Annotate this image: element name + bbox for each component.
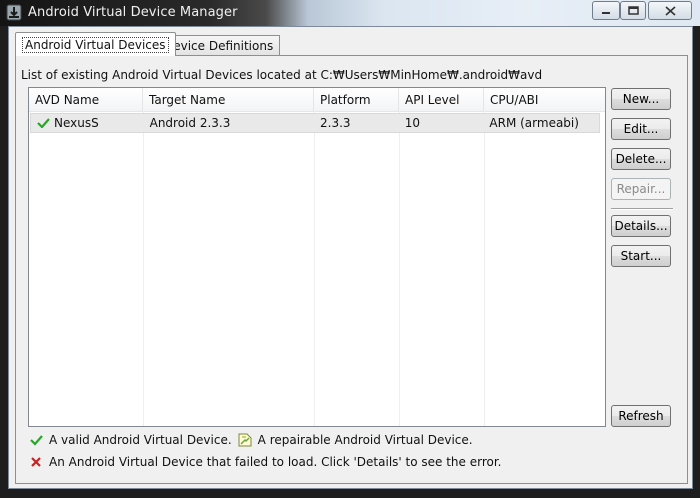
failed-x-icon [31,457,41,467]
column-header-avd-name[interactable]: AVD Name [29,88,143,111]
legend-valid-repairable: A valid Android Virtual Device. A repair… [29,433,473,447]
table-row[interactable]: NexusS Android 2.3.3 2.3.3 10 ARM (armea… [30,113,600,133]
cell-platform: 2.3.3 [320,116,351,130]
minimize-icon [602,11,610,14]
column-header-platform[interactable]: Platform [314,88,399,111]
cell-target-name: Android 2.3.3 [149,116,231,130]
legend-failed-text: An Android Virtual Device that failed to… [49,455,502,469]
maximize-icon [627,6,639,15]
cell-api-level: 10 [404,116,420,130]
title-bar[interactable]: Android Virtual Device Manager [0,0,700,26]
avd-table[interactable]: AVD Name Target Name Platform API Level … [28,87,606,427]
new-button[interactable]: New... [611,88,671,110]
valid-check-icon [30,435,43,446]
android-sdk-icon [6,4,22,21]
client-area: Android Virtual Devices Device Definitio… [8,26,693,489]
window-title: Android Virtual Device Manager [28,5,238,20]
column-header-target-name[interactable]: Target Name [143,88,314,111]
close-button[interactable] [648,1,692,20]
column-divider [399,111,400,426]
delete-button[interactable]: Delete... [611,148,671,170]
column-header-cpu-abi[interactable]: CPU/ABI [484,88,605,111]
refresh-button[interactable]: Refresh [611,405,671,427]
repairable-icon [238,433,252,447]
tab-label: Device Definitions [164,39,274,53]
cell-avd-name: NexusS [31,114,144,132]
avd-name-text: NexusS [54,116,99,130]
column-divider [314,111,315,426]
tab-android-virtual-devices[interactable]: Android Virtual Devices [15,32,176,56]
legend-failed: An Android Virtual Device that failed to… [29,455,501,469]
minimize-button[interactable] [592,1,620,20]
avd-manager-window: Android Virtual Device Manager Android V… [0,0,700,498]
button-separator [611,208,673,210]
details-button[interactable]: Details... [611,215,671,237]
valid-check-icon [37,118,50,128]
tab-label: Android Virtual Devices [22,36,169,53]
legend-valid-text: A valid Android Virtual Device. [49,433,232,447]
avd-location-label: List of existing Android Virtual Devices… [21,68,543,82]
cell-cpu-abi: ARM (armeabi) [489,116,579,130]
edit-button[interactable]: Edit... [611,118,671,140]
table-header: AVD Name Target Name Platform API Level … [29,88,605,112]
start-button[interactable]: Start... [611,245,671,267]
column-divider [143,111,144,426]
repair-button[interactable]: Repair... [611,178,671,200]
close-icon [664,5,676,16]
column-divider [484,111,485,426]
maximize-button[interactable] [620,1,646,20]
legend-repairable-text: A repairable Android Virtual Device. [257,433,473,447]
column-header-api-level[interactable]: API Level [399,88,484,111]
